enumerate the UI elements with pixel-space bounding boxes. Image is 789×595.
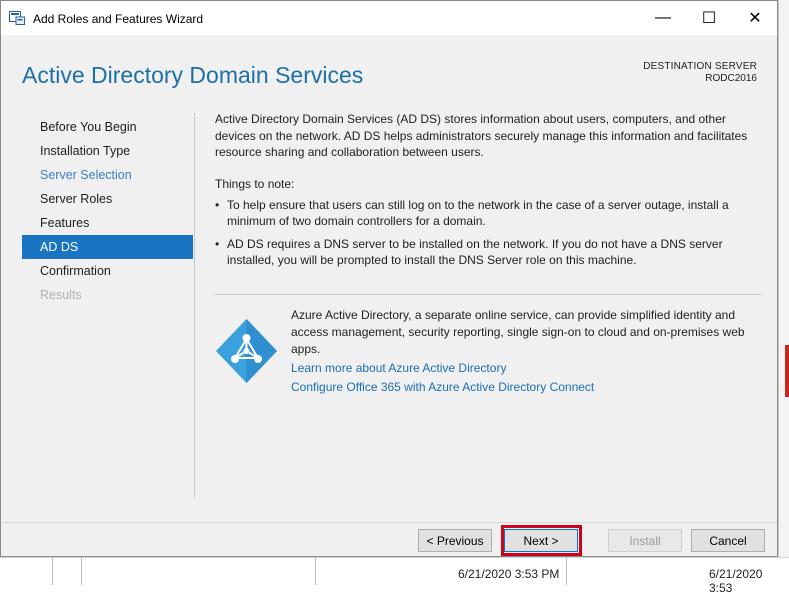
nav-item-before-you-begin[interactable]: Before You Begin bbox=[22, 115, 193, 139]
notes-heading: Things to note: bbox=[215, 176, 295, 191]
previous-button[interactable]: < Previous bbox=[418, 529, 492, 552]
background-separator bbox=[81, 557, 82, 585]
minimize-button[interactable]: — bbox=[640, 1, 686, 35]
cancel-button[interactable]: Cancel bbox=[691, 529, 765, 552]
footer-divider bbox=[1, 522, 777, 523]
learn-azure-ad-link[interactable]: Learn more about Azure Active Directory bbox=[291, 360, 761, 377]
install-button: Install bbox=[608, 529, 682, 552]
next-button-highlight bbox=[501, 525, 582, 556]
destination-server-label: DESTINATION SERVER bbox=[643, 61, 757, 72]
nav-item-results: Results bbox=[40, 288, 82, 302]
wizard-nav: Before You Begin Installation Type Serve… bbox=[22, 115, 193, 307]
nav-item-server-selection[interactable]: Server Selection bbox=[22, 163, 193, 187]
maximize-button[interactable]: ☐ bbox=[686, 1, 732, 35]
background-red-marker bbox=[785, 345, 789, 397]
background-window-edge bbox=[778, 0, 789, 585]
server-manager-icon bbox=[9, 11, 25, 25]
background-separator bbox=[315, 557, 316, 585]
configure-office365-link[interactable]: Configure Office 365 with Azure Active D… bbox=[291, 379, 761, 396]
background-separator bbox=[566, 557, 567, 585]
nav-item-installation-type[interactable]: Installation Type bbox=[22, 139, 193, 163]
background-separator bbox=[52, 557, 53, 585]
nav-item-features[interactable]: Features bbox=[22, 211, 193, 235]
azure-active-directory-icon bbox=[216, 319, 277, 383]
wizard-window: Add Roles and Features Wizard — ☐ ✕ Acti… bbox=[0, 0, 778, 557]
section-divider bbox=[215, 294, 761, 295]
close-button[interactable]: ✕ bbox=[732, 1, 778, 35]
nav-item-confirmation[interactable]: Confirmation bbox=[22, 259, 193, 283]
title-bar[interactable]: Add Roles and Features Wizard — ☐ ✕ bbox=[1, 1, 777, 35]
page-title: Active Directory Domain Services bbox=[22, 62, 364, 88]
background-timestamp: 6/21/2020 3:53 PM bbox=[458, 567, 560, 581]
nav-item-server-roles[interactable]: Server Roles bbox=[22, 187, 193, 211]
nav-item-ad-ds[interactable]: AD DS bbox=[22, 235, 193, 259]
azure-info: Azure Active Directory, a separate onlin… bbox=[291, 307, 761, 396]
wizard-content: Active Directory Domain Services DESTINA… bbox=[1, 35, 777, 522]
destination-server-name: RODC2016 bbox=[705, 73, 757, 84]
nav-divider bbox=[194, 113, 195, 498]
note-bullet: AD DS requires a DNS server to be instal… bbox=[215, 236, 763, 269]
ad-ds-description: Active Directory Domain Services (AD DS)… bbox=[215, 112, 748, 159]
background-status-bar bbox=[0, 557, 789, 586]
background-timestamp: 6/21/2020 3:53 bbox=[709, 567, 763, 595]
main-panel: Active Directory Domain Services (AD DS)… bbox=[215, 111, 763, 269]
azure-description: Azure Active Directory, a separate onlin… bbox=[291, 308, 745, 356]
note-bullet: To help ensure that users can still log … bbox=[215, 197, 763, 230]
window-title: Add Roles and Features Wizard bbox=[33, 12, 204, 26]
